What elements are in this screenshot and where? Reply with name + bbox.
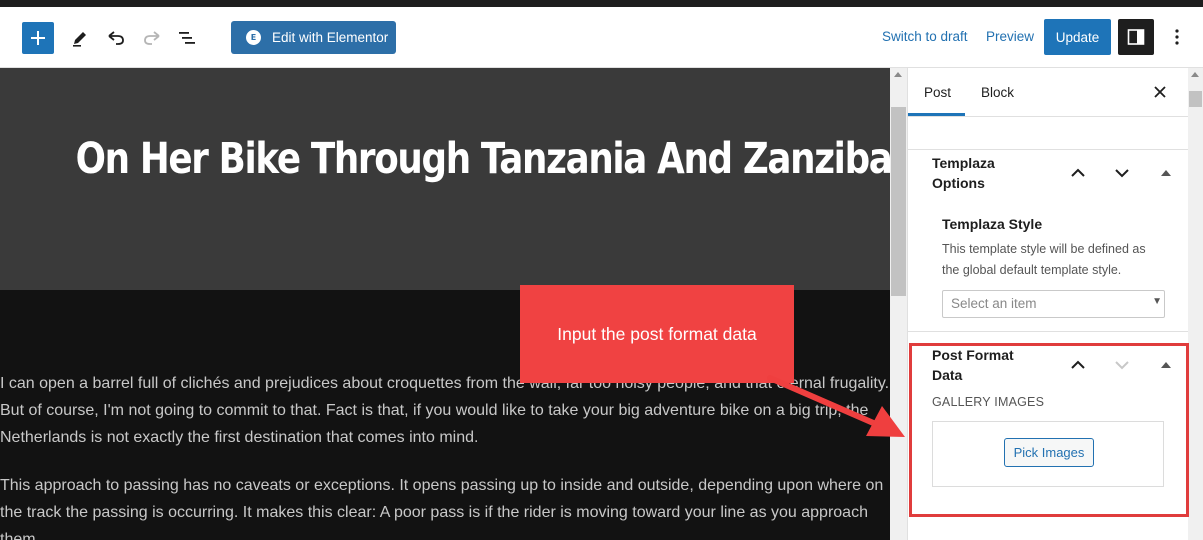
tab-block[interactable]: Block xyxy=(981,85,1014,100)
list-view-button[interactable] xyxy=(171,22,203,54)
vertical-ellipsis-icon xyxy=(1175,29,1179,45)
select-placeholder: Select an item xyxy=(951,296,1037,311)
templaza-style-help-text: This template style will be defined as t… xyxy=(942,242,1146,277)
caret-up-icon xyxy=(1161,170,1171,176)
annotation-highlight-box xyxy=(909,343,1189,517)
options-button[interactable] xyxy=(1163,21,1191,53)
elementor-logo-icon: E xyxy=(246,30,261,45)
update-button[interactable]: Update xyxy=(1044,19,1111,55)
templaza-style-label: Templaza Style xyxy=(942,216,1043,232)
redo-icon xyxy=(144,31,160,45)
templaza-options-title[interactable]: Templaza Options xyxy=(932,153,1042,193)
sidebar-scrollbar-thumb[interactable] xyxy=(1189,91,1202,107)
section-divider xyxy=(908,149,1188,150)
add-block-button[interactable] xyxy=(22,22,54,54)
collapse-section-button[interactable] xyxy=(1154,161,1178,185)
paragraph-block[interactable]: This approach to passing has no caveats … xyxy=(0,472,890,540)
undo-icon xyxy=(108,31,124,45)
undo-button[interactable] xyxy=(100,22,132,54)
top-strip xyxy=(0,0,1203,7)
scroll-up-arrow-icon[interactable] xyxy=(1191,72,1199,77)
pencil-icon xyxy=(73,32,86,47)
preview-button[interactable]: Preview xyxy=(986,29,1034,44)
chevron-up-icon xyxy=(1071,168,1085,177)
tab-post[interactable]: Post xyxy=(924,85,951,100)
redo-button[interactable] xyxy=(136,22,168,54)
select-caret-icon: ▼ xyxy=(1152,296,1162,307)
tools-button[interactable] xyxy=(64,22,96,54)
edit-with-elementor-button[interactable]: E Edit with Elementor xyxy=(231,21,396,54)
annotation-callout: Input the post format data xyxy=(520,285,794,383)
section-divider xyxy=(908,331,1188,332)
templaza-style-select[interactable]: Select an item ▼ xyxy=(942,290,1165,318)
post-hero-banner: On Her Bike Through Tanzania And Zanziba… xyxy=(0,68,890,290)
move-up-button[interactable] xyxy=(1066,161,1090,185)
post-title[interactable]: On Her Bike Through Tanzania And Zanziba… xyxy=(76,134,890,184)
tabs-divider xyxy=(908,116,1188,117)
switch-to-draft-button[interactable]: Switch to draft xyxy=(882,29,968,44)
list-view-icon xyxy=(179,32,195,44)
chevron-down-icon xyxy=(1115,169,1129,178)
scroll-up-arrow-icon[interactable] xyxy=(894,72,902,77)
close-sidebar-button[interactable] xyxy=(1149,81,1171,103)
settings-toggle-button[interactable] xyxy=(1118,19,1154,55)
sidebar-scrollbar[interactable] xyxy=(1188,68,1203,540)
move-down-button[interactable] xyxy=(1110,161,1134,185)
close-icon xyxy=(1154,86,1166,98)
editor-toolbar: E Edit with Elementor Switch to draft Pr… xyxy=(0,7,1203,68)
sidebar-toggle-icon xyxy=(1127,29,1145,45)
editor-scrollbar[interactable] xyxy=(890,68,907,540)
plus-icon xyxy=(31,31,45,45)
editor-scrollbar-thumb[interactable] xyxy=(891,107,906,296)
elementor-button-label: Edit with Elementor xyxy=(272,30,389,45)
